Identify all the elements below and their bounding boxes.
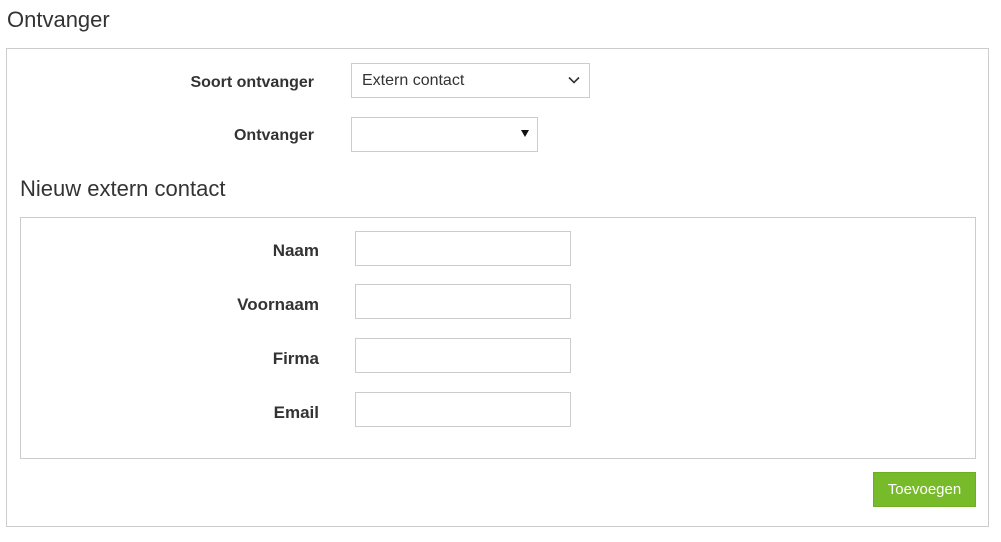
email-input[interactable]	[355, 392, 571, 427]
recipient-type-value: Extern contact	[362, 71, 465, 89]
recipient-type-label: Soort ontvanger	[190, 74, 314, 91]
name-input[interactable]	[355, 231, 571, 266]
company-label: Firma	[272, 349, 319, 368]
first-name-input[interactable]	[355, 284, 571, 319]
chevron-down-icon	[568, 76, 580, 84]
page-title: Ontvanger	[7, 7, 110, 32]
recipient-select[interactable]	[351, 117, 538, 152]
recipient-type-select[interactable]: Extern contact	[351, 63, 590, 98]
first-name-label: Voornaam	[237, 295, 319, 314]
new-contact-panel: Naam Voornaam Firma Email	[20, 217, 976, 459]
add-contact-button[interactable]: Toevoegen	[873, 472, 976, 507]
recipient-panel: Soort ontvanger Extern contact Ontvanger…	[6, 48, 989, 527]
company-input[interactable]	[355, 338, 571, 373]
new-contact-title: Nieuw extern contact	[20, 176, 226, 201]
email-label: Email	[273, 403, 319, 422]
name-label: Naam	[272, 241, 319, 260]
caret-down-icon	[521, 130, 529, 137]
recipient-label: Ontvanger	[233, 127, 314, 144]
